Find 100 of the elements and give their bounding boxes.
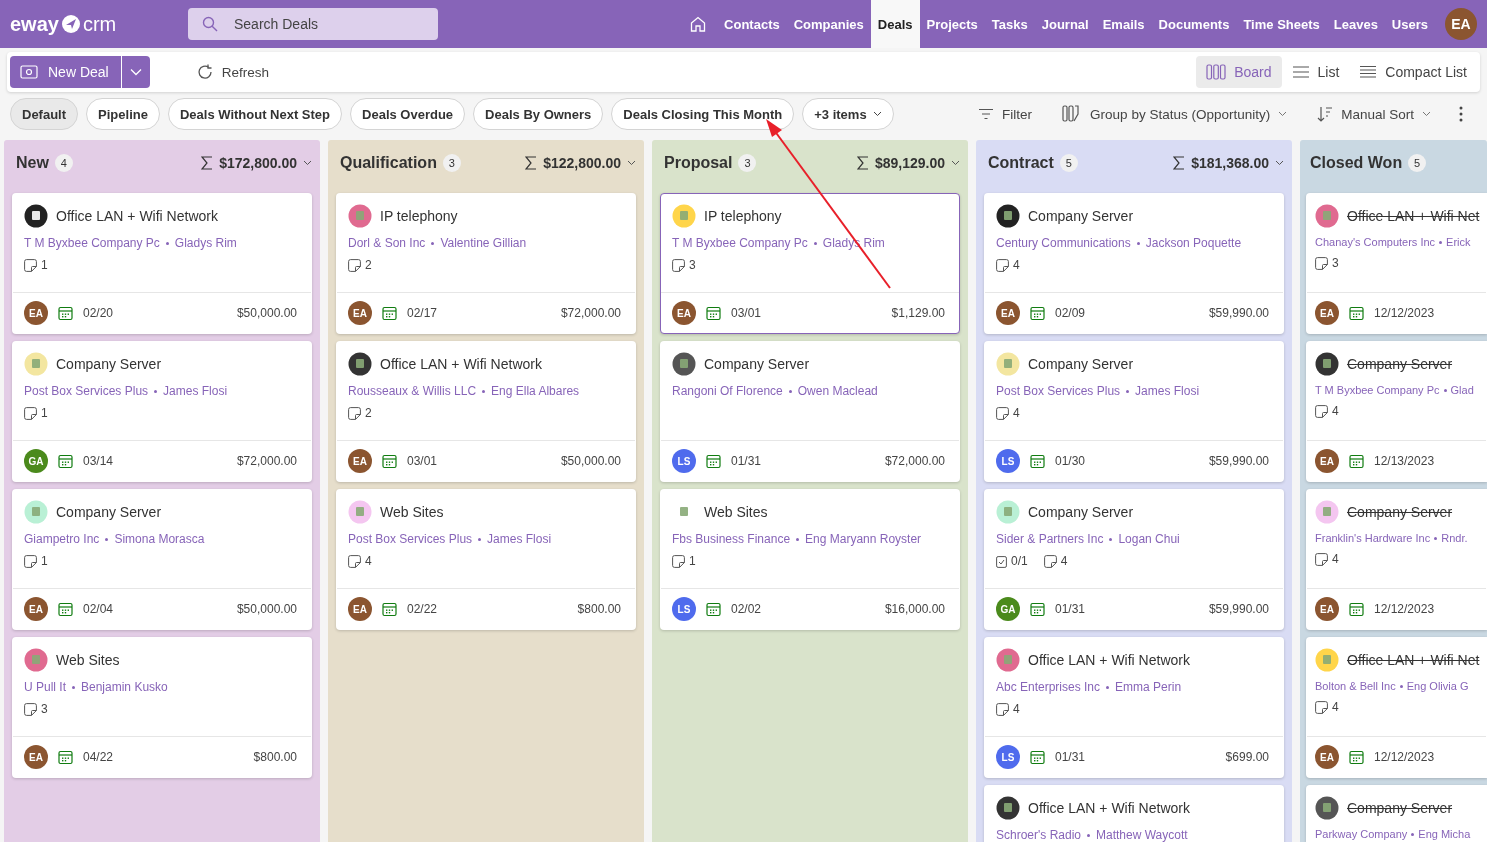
contact-link[interactable]: Glad bbox=[1450, 384, 1474, 396]
view-chip[interactable]: Deals Closing This Month bbox=[611, 98, 795, 130]
contact-link[interactable]: Rndr. bbox=[1441, 532, 1468, 544]
view-chip[interactable]: Default bbox=[10, 98, 79, 130]
owner-avatar: EA bbox=[24, 745, 48, 769]
deal-card[interactable]: Company Server Sider & Partners Inc Logan Chui 0/1 4 GA 01/31 $59,990.00 bbox=[984, 489, 1284, 630]
nav-tab[interactable]: Contacts bbox=[717, 0, 787, 48]
company-link[interactable]: Post Box Services Plus bbox=[996, 384, 1121, 398]
company-logo-icon bbox=[1315, 352, 1339, 376]
contact-link[interactable]: Simona Morasca bbox=[114, 532, 205, 546]
deal-card[interactable]: Office LAN + Wifi Network Abc Enterprises Inc Emma Perin 4 LS 01/31 $699.00 bbox=[984, 637, 1284, 778]
view-chip[interactable]: Deals Without Next Step bbox=[167, 98, 343, 130]
contact-link[interactable]: Eng Maryann Royster bbox=[805, 532, 922, 546]
company-link[interactable]: Franklin's Hardware Inc bbox=[1315, 532, 1431, 544]
view-option-button[interactable]: Filter bbox=[972, 105, 1039, 123]
note-icon bbox=[1315, 700, 1328, 714]
company-link[interactable]: Bolton & Bell Inc bbox=[1315, 680, 1396, 692]
company-link[interactable]: Parkway Company bbox=[1315, 828, 1408, 840]
refresh-button[interactable]: Refresh bbox=[189, 62, 275, 82]
contact-link[interactable]: Eng Olivia G bbox=[1406, 680, 1469, 692]
more-views-chip[interactable]: +3 items bbox=[802, 98, 894, 130]
nav-tab[interactable]: Documents bbox=[1151, 0, 1237, 48]
deal-card[interactable]: IP telephony Dorl & Son Inc Valentine Gillian 2 EA 02/17 $72,000.00 bbox=[336, 193, 636, 334]
nav-tab[interactable]: Time Sheets bbox=[1236, 0, 1327, 48]
company-link[interactable]: T M Byxbee Company Pc bbox=[1315, 384, 1440, 396]
contact-link[interactable]: Eng Micha bbox=[1418, 828, 1471, 840]
search-field[interactable]: Search Deals bbox=[188, 8, 438, 40]
company-link[interactable]: Schroer's Radio bbox=[996, 828, 1081, 842]
deal-card[interactable]: Company Server Post Box Services Plus James Flosi 1 GA 03/14 $72,000.00 bbox=[12, 341, 312, 482]
calendar-icon bbox=[1349, 453, 1364, 469]
contact-link[interactable]: Benjamin Kusko bbox=[81, 680, 168, 694]
deal-card[interactable]: Web Sites U Pull It Benjamin Kusko 3 EA 04/22 $800.00 bbox=[12, 637, 312, 778]
contact-link[interactable]: James Flosi bbox=[163, 384, 228, 398]
user-avatar[interactable]: EA bbox=[1445, 8, 1477, 40]
view-chip[interactable]: Deals By Owners bbox=[473, 98, 604, 130]
caret-icon bbox=[872, 111, 882, 117]
company-link[interactable]: Rangoni Of Florence bbox=[672, 384, 783, 398]
company-link[interactable]: Abc Enterprises Inc bbox=[996, 680, 1101, 694]
company-link[interactable]: T M Byxbee Company Pc bbox=[672, 236, 808, 250]
nav-tab[interactable]: Deals bbox=[870, 0, 920, 48]
due-date: 04/22 bbox=[83, 750, 114, 764]
nav-tab[interactable]: Leaves bbox=[1326, 0, 1385, 48]
deal-card[interactable]: Company Server Franklin's Hardware Inc Rndr. 4 EA 12/12/2023 bbox=[1306, 489, 1487, 630]
view-toggle[interactable]: Compact List bbox=[1349, 56, 1477, 88]
contact-link[interactable]: Jackson Poquette bbox=[1145, 236, 1242, 250]
deal-card[interactable]: Company Server T M Byxbee Company Pc Glad 4 EA 12/13/2023 bbox=[1306, 341, 1487, 482]
contact-link[interactable]: Valentine Gillian bbox=[440, 236, 527, 250]
deal-card[interactable]: Office LAN + Wifi Network Schroer's Radio Matthew Waycott bbox=[984, 785, 1284, 842]
contact-link[interactable]: James Flosi bbox=[487, 532, 552, 546]
contact-link[interactable]: Eng Ella Albares bbox=[491, 384, 580, 398]
nav-tab[interactable]: Users bbox=[1384, 0, 1435, 48]
nav-tab[interactable]: Journal bbox=[1034, 0, 1096, 48]
contact-link[interactable]: Gladys Rim bbox=[174, 236, 237, 250]
deal-card[interactable]: Office LAN + Wifi Net Bolton & Bell Inc Eng Olivia G 4 EA 12/12/2023 bbox=[1306, 637, 1487, 778]
nav-tab[interactable]: Companies bbox=[786, 0, 871, 48]
company-link[interactable]: Sider & Partners Inc bbox=[996, 532, 1104, 546]
deal-amount: $50,000.00 bbox=[236, 602, 297, 616]
caret-icon bbox=[303, 160, 312, 166]
contact-link[interactable]: Logan Chui bbox=[1118, 532, 1180, 546]
nav-tab[interactable]: Tasks bbox=[984, 0, 1035, 48]
contact-link[interactable]: Matthew Waycott bbox=[1096, 828, 1188, 842]
contact-link[interactable]: James Flosi bbox=[1135, 384, 1200, 398]
calendar-icon bbox=[1349, 305, 1364, 321]
view-toggle[interactable]: Board bbox=[1196, 56, 1282, 88]
home-icon[interactable] bbox=[689, 15, 708, 33]
view-toggle[interactable]: List bbox=[1281, 56, 1350, 88]
company-link[interactable]: Dorl & Son Inc bbox=[348, 236, 426, 250]
deal-card[interactable]: Web Sites Post Box Services Plus James Flosi 4 EA 02/22 $800.00 bbox=[336, 489, 636, 630]
company-link[interactable]: Fbs Business Finance bbox=[672, 532, 791, 546]
deal-card[interactable]: Office LAN + Wifi Net Chanay's Computers Inc Erick 3 EA 12/12/2023 bbox=[1306, 193, 1487, 334]
contact-link[interactable]: Emma Perin bbox=[1115, 680, 1182, 694]
contact-link[interactable]: Owen Maclead bbox=[797, 384, 878, 398]
nav-tab[interactable]: Emails bbox=[1095, 0, 1152, 48]
company-link[interactable]: Rousseaux & Willis LLC bbox=[348, 384, 477, 398]
company-link[interactable]: Chanay's Computers Inc bbox=[1315, 236, 1436, 248]
company-link[interactable]: Century Communications bbox=[996, 236, 1131, 250]
dropdown-button[interactable] bbox=[121, 56, 150, 88]
company-link[interactable]: Giampetro Inc bbox=[24, 532, 100, 546]
company-link[interactable]: Post Box Services Plus bbox=[24, 384, 149, 398]
contact-link[interactable]: Erick bbox=[1446, 236, 1471, 248]
owner-avatar: LS bbox=[672, 449, 696, 473]
deal-card[interactable]: Company Server Giampetro Inc Simona Morasca 1 EA 02/04 $50,000.00 bbox=[12, 489, 312, 630]
deal-card[interactable]: Office LAN + Wifi Network Rousseaux & Willis LLC Eng Ella Albares 2 EA 03/01 $50,000.00 bbox=[336, 341, 636, 482]
new-deal-button[interactable]: New Deal bbox=[10, 56, 121, 88]
view-option-button[interactable]: Manual Sort bbox=[1311, 105, 1437, 123]
more-options-icon[interactable] bbox=[1459, 106, 1463, 122]
nav-tab[interactable]: Projects bbox=[919, 0, 985, 48]
deal-card[interactable]: Company Server Rangoni Of Florence Owen Maclead LS 01/31 $72,000.00 bbox=[660, 341, 960, 482]
deal-card[interactable]: Company Server Post Box Services Plus James Flosi 4 LS 01/30 $59,990.00 bbox=[984, 341, 1284, 482]
view-chip[interactable]: Pipeline bbox=[86, 98, 160, 130]
deal-card[interactable]: Office LAN + Wifi Network T M Byxbee Company Pc Gladys Rim 1 EA 02/20 $50,000.00 bbox=[12, 193, 312, 334]
view-option-button[interactable]: Group by Status (Opportunity) bbox=[1056, 104, 1294, 124]
view-chip[interactable]: Deals Overdue bbox=[350, 98, 466, 130]
company-link[interactable]: T M Byxbee Company Pc bbox=[24, 236, 160, 250]
company-link[interactable]: Post Box Services Plus bbox=[348, 532, 473, 546]
deal-card[interactable]: Web Sites Fbs Business Finance Eng Maryann Royster 1 LS 02/02 $16,000.00 bbox=[660, 489, 960, 630]
deal-card[interactable]: Company Server Century Communications Jackson Poquette 4 EA 02/09 $59,990.00 bbox=[984, 193, 1284, 334]
company-link[interactable]: U Pull It bbox=[24, 680, 66, 694]
company-logo-icon bbox=[1315, 648, 1339, 672]
deal-card[interactable]: Company Server Parkway Company Eng Micha bbox=[1306, 785, 1487, 842]
